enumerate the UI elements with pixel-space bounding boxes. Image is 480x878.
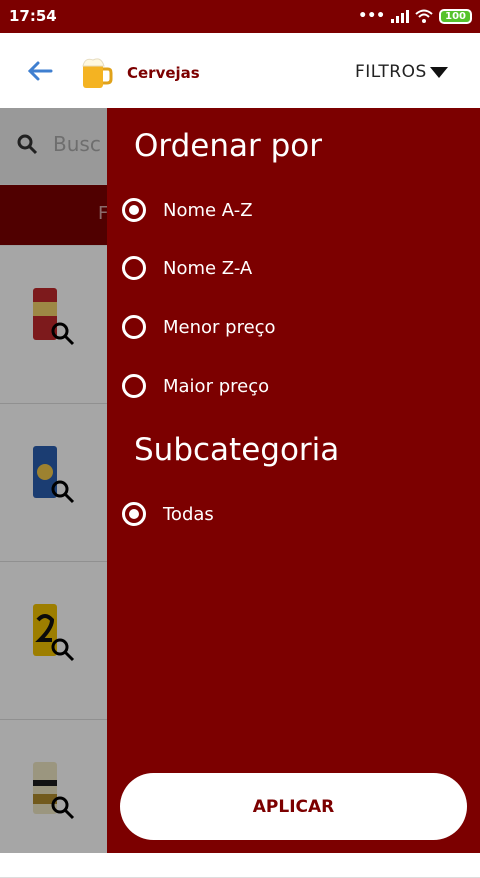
sort-option-label: Menor preço	[163, 316, 276, 338]
back-arrow-icon[interactable]	[27, 59, 53, 83]
more-dots-icon: •••	[358, 8, 386, 24]
radio-unselected-icon[interactable]	[122, 315, 146, 339]
status-time: 17:54	[9, 7, 57, 25]
battery-icon: 100	[439, 8, 472, 24]
status-icons: ••• 100	[358, 8, 472, 24]
signal-icon	[391, 9, 410, 23]
filter-drawer: Ordenar por Nome A-Z Nome Z-A Menor preç…	[107, 108, 480, 853]
radio-selected-icon[interactable]	[122, 198, 146, 222]
sort-option-nome-z-a[interactable]: Nome Z-A	[122, 248, 252, 288]
subcategory-heading: Subcategoria	[134, 432, 340, 468]
sort-option-label: Maior preço	[163, 375, 270, 397]
sort-option-maior-preco[interactable]: Maior preço	[122, 366, 269, 406]
sort-option-nome-a-z[interactable]: Nome A-Z	[122, 190, 253, 230]
radio-unselected-icon[interactable]	[122, 374, 146, 398]
status-bar: 17:54 ••• 100	[0, 0, 480, 33]
sort-option-label: Nome A-Z	[163, 199, 253, 221]
caret-down-icon	[429, 66, 448, 78]
sort-option-label: Nome Z-A	[163, 257, 253, 279]
sort-option-menor-preco[interactable]: Menor preço	[122, 307, 276, 347]
filters-button[interactable]: FILTROS	[355, 62, 448, 82]
subcategory-option-label: Todas	[163, 503, 214, 525]
beer-mug-icon	[75, 52, 117, 94]
sort-heading: Ordenar por	[134, 128, 322, 164]
filters-label: FILTROS	[355, 62, 427, 82]
radio-selected-icon[interactable]	[122, 502, 146, 526]
app-bar: Cervejas FILTROS	[0, 33, 480, 108]
wifi-icon	[415, 9, 433, 23]
radio-unselected-icon[interactable]	[122, 256, 146, 280]
page-title: Cervejas	[127, 64, 200, 82]
subcategory-option-todas[interactable]: Todas	[122, 494, 214, 534]
apply-button[interactable]: APLICAR	[120, 773, 467, 840]
